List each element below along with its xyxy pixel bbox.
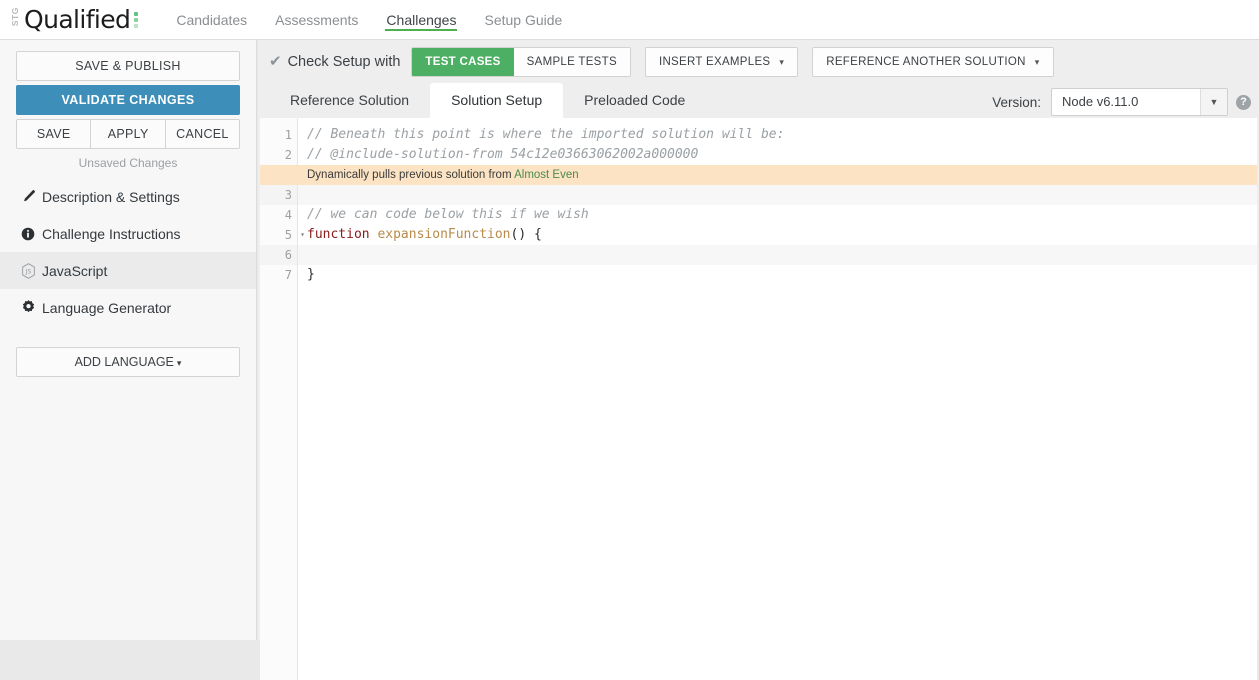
help-circle-icon[interactable]: ? xyxy=(1236,95,1251,110)
version-label: Version: xyxy=(992,95,1041,110)
javascript-icon: JS xyxy=(21,263,42,279)
line-number: 1 xyxy=(260,125,297,145)
top-navigation-bar: STG Qualified Candidates Assessments Cha… xyxy=(0,0,1259,40)
check-setup-label: ✔ Check Setup with xyxy=(269,54,400,70)
code-line[interactable]: function expansionFunction() { xyxy=(298,225,1257,245)
insert-examples-button[interactable]: INSERT EXAMPLES ▾ xyxy=(645,47,798,77)
tab-preloaded-code[interactable]: Preloaded Code xyxy=(563,83,706,118)
reference-another-solution-label: REFERENCE ANOTHER SOLUTION xyxy=(826,56,1026,68)
line-number: 7 xyxy=(260,265,297,285)
sidebar-item-language-generator[interactable]: Language Generator xyxy=(0,289,256,326)
version-value[interactable]: Node v6.11.0 xyxy=(1052,89,1200,115)
annotation-link[interactable]: Almost Even xyxy=(514,169,579,181)
chevron-down-icon[interactable]: ▼ xyxy=(1200,89,1227,115)
save-button[interactable]: SAVE xyxy=(16,119,90,149)
code-function-name: expansionFunction xyxy=(377,227,510,242)
code-line[interactable] xyxy=(298,245,1257,265)
code-line[interactable]: // @include-solution-from 54c12e03663062… xyxy=(298,145,1257,165)
cancel-button[interactable]: CANCEL xyxy=(165,119,240,149)
version-select[interactable]: Node v6.11.0 ▼ xyxy=(1051,88,1228,116)
code-content[interactable]: // Beneath this point is where the impor… xyxy=(298,118,1257,680)
sidebar-item-challenge-instructions[interactable]: Challenge Instructions xyxy=(0,215,256,252)
main-panel: ✔ Check Setup with TEST CASES SAMPLE TES… xyxy=(258,40,1259,640)
nav-item-setup-guide[interactable]: Setup Guide xyxy=(470,0,576,40)
test-cases-button[interactable]: TEST CASES xyxy=(412,48,513,76)
code-line[interactable]: // Beneath this point is where the impor… xyxy=(298,125,1257,145)
info-circle-icon xyxy=(21,227,42,241)
sidebar-item-label: Language Generator xyxy=(42,300,171,316)
nav-item-assessments[interactable]: Assessments xyxy=(261,0,372,40)
check-setup-segmented-control: TEST CASES SAMPLE TESTS xyxy=(411,47,631,77)
svg-text:JS: JS xyxy=(25,268,32,275)
sidebar-item-label: JavaScript xyxy=(42,263,107,279)
include-solution-annotation: Dynamically pulls previous solution from… xyxy=(298,165,1257,185)
save-apply-cancel-group: SAVE APPLY CANCEL xyxy=(16,119,240,149)
line-number: 5▾ xyxy=(260,225,297,245)
tab-solution-setup[interactable]: Solution Setup xyxy=(430,83,563,118)
environment-badge: STG xyxy=(11,13,20,27)
chevron-down-icon: ▾ xyxy=(1035,57,1040,67)
sidebar-item-label: Description & Settings xyxy=(42,189,180,205)
sidebar-item-description-settings[interactable]: Description & Settings xyxy=(0,178,256,215)
editor-tabs: Reference Solution Solution Setup Preloa… xyxy=(258,83,1259,118)
save-and-publish-button[interactable]: SAVE & PUBLISH xyxy=(16,51,240,81)
code-editor[interactable]: 1 2 3 4 5▾ 6 7 // Beneath this point is … xyxy=(260,118,1257,680)
add-language-label: ADD LANGUAGE xyxy=(75,355,174,369)
reference-another-solution-button[interactable]: REFERENCE ANOTHER SOLUTION ▾ xyxy=(812,47,1053,77)
line-number: 6 xyxy=(260,245,297,265)
main-nav: Candidates Assessments Challenges Setup … xyxy=(162,0,576,40)
sidebar-actions: SAVE & PUBLISH VALIDATE CHANGES SAVE APP… xyxy=(0,51,256,149)
line-number: 3 xyxy=(260,185,297,205)
sidebar-item-javascript[interactable]: JS JavaScript xyxy=(0,252,256,289)
code-line[interactable]: // we can code below this if we wish xyxy=(298,205,1257,225)
insert-examples-label: INSERT EXAMPLES xyxy=(659,56,770,68)
check-setup-text: Check Setup with xyxy=(288,54,401,70)
annotation-text: Dynamically pulls previous solution from xyxy=(307,169,514,181)
line-number-gutter: 1 2 3 4 5▾ 6 7 xyxy=(260,118,298,680)
pencil-icon xyxy=(21,189,42,204)
nav-item-candidates[interactable]: Candidates xyxy=(162,0,261,40)
sidebar: SAVE & PUBLISH VALIDATE CHANGES SAVE APP… xyxy=(0,40,257,640)
chevron-down-icon: ▾ xyxy=(177,358,182,368)
sample-tests-button[interactable]: SAMPLE TESTS xyxy=(514,48,630,76)
code-line[interactable] xyxy=(298,185,1257,205)
apply-button[interactable]: APPLY xyxy=(90,119,164,149)
validate-changes-button[interactable]: VALIDATE CHANGES xyxy=(16,85,240,115)
line-number: 4 xyxy=(260,205,297,225)
chevron-down-icon: ▾ xyxy=(779,57,784,67)
version-selector-group: Version: Node v6.11.0 ▼ ? xyxy=(992,88,1251,116)
code-keyword: function xyxy=(307,227,370,242)
code-punctuation: () { xyxy=(511,227,542,242)
check-icon: ✔ xyxy=(269,54,282,69)
brand-name: Qualified xyxy=(24,7,130,32)
add-language-button[interactable]: ADD LANGUAGE▾ xyxy=(16,347,240,377)
line-number-text: 5 xyxy=(285,228,292,242)
brand-dots-icon xyxy=(134,12,138,28)
add-language-wrap: ADD LANGUAGE▾ xyxy=(0,347,256,377)
unsaved-changes-status: Unsaved Changes xyxy=(0,156,256,170)
gear-icon xyxy=(21,300,42,315)
line-number: 2 xyxy=(260,145,297,165)
brand-logo[interactable]: STG Qualified xyxy=(0,0,138,40)
tab-reference-solution[interactable]: Reference Solution xyxy=(269,83,430,118)
nav-item-challenges[interactable]: Challenges xyxy=(372,0,470,40)
sidebar-item-label: Challenge Instructions xyxy=(42,226,181,242)
editor-toolbar: ✔ Check Setup with TEST CASES SAMPLE TES… xyxy=(258,40,1259,83)
annotation-gutter xyxy=(260,165,297,185)
code-line[interactable]: } xyxy=(298,265,1257,285)
